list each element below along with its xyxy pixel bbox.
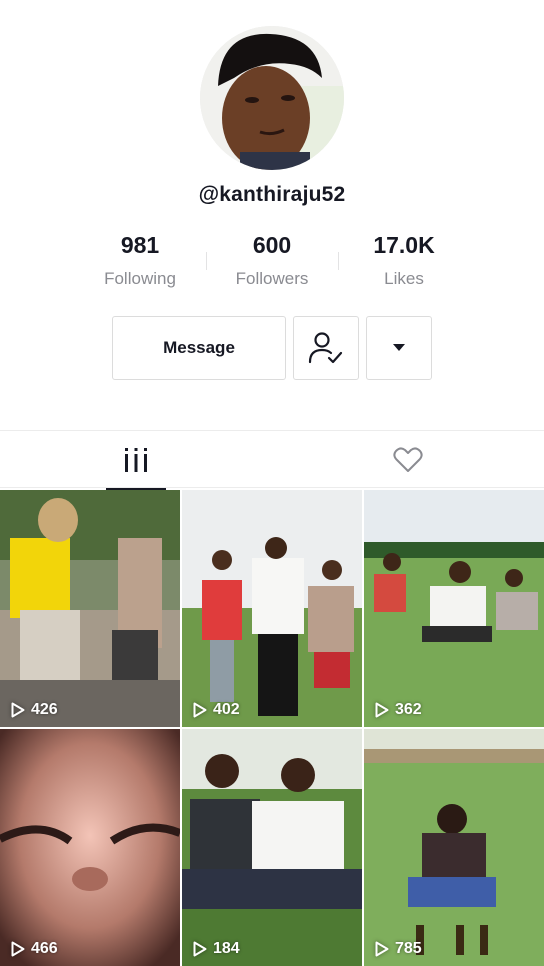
view-count: 466 (11, 940, 58, 958)
video-thumbnail-image (0, 729, 180, 966)
play-icon (11, 941, 25, 957)
video-thumbnail[interactable]: 362 (364, 490, 544, 727)
avatar[interactable] (200, 26, 344, 170)
profile-tabs (0, 430, 544, 490)
play-icon (193, 941, 207, 957)
video-thumbnail[interactable]: 402 (182, 490, 362, 727)
tab-videos[interactable] (0, 431, 272, 490)
tab-liked[interactable] (272, 431, 544, 489)
video-thumbnail-image (0, 490, 180, 727)
video-thumbnail-image (182, 729, 362, 966)
following-status-button[interactable] (293, 316, 359, 380)
view-count: 785 (375, 940, 422, 958)
grid-icon (125, 448, 147, 472)
view-count-value: 426 (31, 701, 58, 718)
play-icon (11, 702, 25, 718)
followers-count: 600 (252, 232, 292, 258)
video-thumbnail[interactable]: 184 (182, 729, 362, 966)
play-icon (375, 702, 389, 718)
view-count-value: 466 (31, 940, 58, 957)
view-count: 362 (375, 701, 422, 719)
more-options-button[interactable] (366, 316, 432, 380)
video-thumbnail-image (182, 490, 362, 727)
video-thumbnail[interactable]: 426 (0, 490, 180, 727)
profile-stats: 981 Following 600 Followers 17.0K Likes (0, 232, 544, 302)
view-count-value: 785 (395, 940, 422, 957)
following-label: Following (104, 269, 176, 288)
play-icon (375, 941, 389, 957)
followers-label: Followers (235, 269, 309, 288)
view-count-value: 184 (213, 940, 240, 957)
stat-followers[interactable]: 600 Followers (202, 232, 342, 289)
stat-following[interactable]: 981 Following (70, 232, 210, 289)
view-count: 402 (193, 701, 240, 719)
view-count-value: 402 (213, 701, 240, 718)
view-count-value: 362 (395, 701, 422, 718)
following-count: 981 (120, 232, 160, 258)
likes-count: 17.0K (373, 232, 435, 258)
username: @kanthiraju52 (198, 183, 346, 206)
video-thumbnail[interactable]: 785 (364, 729, 544, 966)
likes-label: Likes (384, 269, 424, 288)
view-count: 184 (193, 940, 240, 958)
view-count: 426 (11, 701, 58, 719)
caret-down-icon (393, 344, 405, 351)
message-button[interactable]: Message (112, 316, 286, 380)
video-thumbnail-image (364, 729, 544, 966)
video-thumbnail[interactable]: 466 (0, 729, 180, 966)
user-check-icon (308, 332, 343, 364)
video-thumbnail-image (364, 490, 544, 727)
avatar-photo (200, 26, 344, 170)
stat-likes[interactable]: 17.0K Likes (334, 232, 474, 289)
play-icon (193, 702, 207, 718)
heart-icon (393, 447, 423, 472)
